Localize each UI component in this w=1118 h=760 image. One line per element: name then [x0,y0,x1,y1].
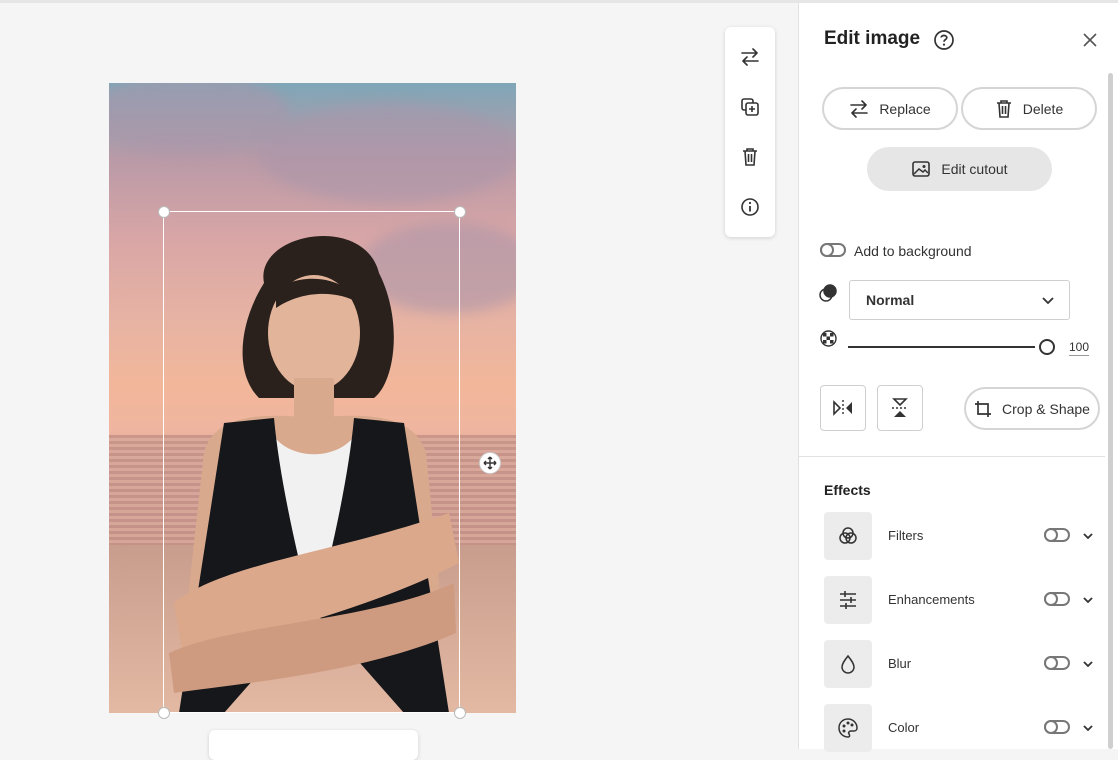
blur-toggle[interactable] [1044,656,1070,670]
palette-icon [838,718,858,738]
panel-scrollbar[interactable] [1108,73,1113,749]
enhancements-toggle[interactable] [1044,592,1070,606]
chevron-down-icon[interactable] [1081,529,1095,543]
panel-title: Edit image [824,28,921,49]
floating-toolbar [725,27,775,237]
help-icon[interactable] [933,29,955,51]
flip-horizontal-button[interactable] [820,385,866,431]
chevron-down-icon [1042,297,1054,305]
effect-label: Blur [888,656,912,671]
effect-row-color[interactable]: Color [824,704,1099,752]
trash-icon [743,148,757,166]
opacity-slider-track[interactable] [848,346,1035,348]
effect-row-filters[interactable]: Filters [824,512,1099,560]
replace-label: Replace [879,100,931,117]
delete-tool-button[interactable] [737,144,763,170]
chevron-down-icon[interactable] [1081,657,1095,671]
crop-shape-button[interactable]: Crop & Shape [964,387,1100,430]
duplicate-plus-icon [741,98,759,116]
move-arrows-icon [483,456,497,470]
filters-toggle[interactable] [1044,528,1070,542]
effect-row-enhancements[interactable]: Enhancements [824,576,1099,624]
effects-heading: Effects [824,482,871,498]
color-toggle[interactable] [1044,720,1070,734]
flip-horizontal-icon [833,400,852,416]
blend-mode-value: Normal [866,292,915,308]
delete-button[interactable]: Delete [961,87,1097,130]
chevron-down-icon[interactable] [1081,721,1095,735]
canvas-area[interactable] [0,3,798,760]
close-icon[interactable] [1079,29,1101,51]
crop-shape-label: Crop & Shape [1002,400,1090,417]
duplicate-tool-button[interactable] [737,94,763,120]
sliders-icon [840,591,856,609]
resize-handle-bottom-left[interactable] [158,707,170,719]
resize-handle-top-right[interactable] [454,206,466,218]
trash-icon [996,99,1011,118]
replace-tool-button[interactable] [737,44,763,70]
effect-label: Enhancements [888,592,975,607]
context-mini-toolbar[interactable] [209,730,418,760]
effect-label: Filters [888,528,924,543]
info-tool-button[interactable] [737,194,763,220]
opacity-icon [820,330,837,347]
delete-label: Delete [1022,100,1064,117]
move-handle[interactable] [479,452,501,474]
effect-label: Color [888,720,920,735]
add-to-background-toggle[interactable] [820,243,846,257]
edit-image-panel: Edit image Replace Delete Edit cutout Ad… [798,3,1118,752]
droplet-icon [841,654,855,674]
info-icon [741,198,759,216]
section-divider [799,456,1105,457]
selection-box[interactable] [163,211,460,713]
opacity-value[interactable]: 100 [1069,340,1090,356]
resize-handle-bottom-right[interactable] [454,707,466,719]
swap-arrows-icon [741,48,759,66]
opacity-slider-thumb[interactable] [1039,339,1055,355]
resize-handle-top-left[interactable] [158,206,170,218]
flip-vertical-button[interactable] [877,385,923,431]
edit-cutout-label: Edit cutout [941,161,1008,177]
chevron-down-icon[interactable] [1081,593,1095,607]
swap-arrows-icon [850,99,869,118]
replace-button[interactable]: Replace [822,87,958,130]
image-icon [912,161,931,177]
flip-vertical-icon [892,398,908,417]
blend-mode-icon [819,284,837,302]
effect-row-blur[interactable]: Blur [824,640,1099,688]
filters-icon [839,527,857,544]
add-to-background-label: Add to background [854,243,972,259]
crop-icon [975,400,992,417]
blend-mode-select[interactable]: Normal [849,280,1070,320]
edit-cutout-button[interactable]: Edit cutout [867,147,1052,191]
